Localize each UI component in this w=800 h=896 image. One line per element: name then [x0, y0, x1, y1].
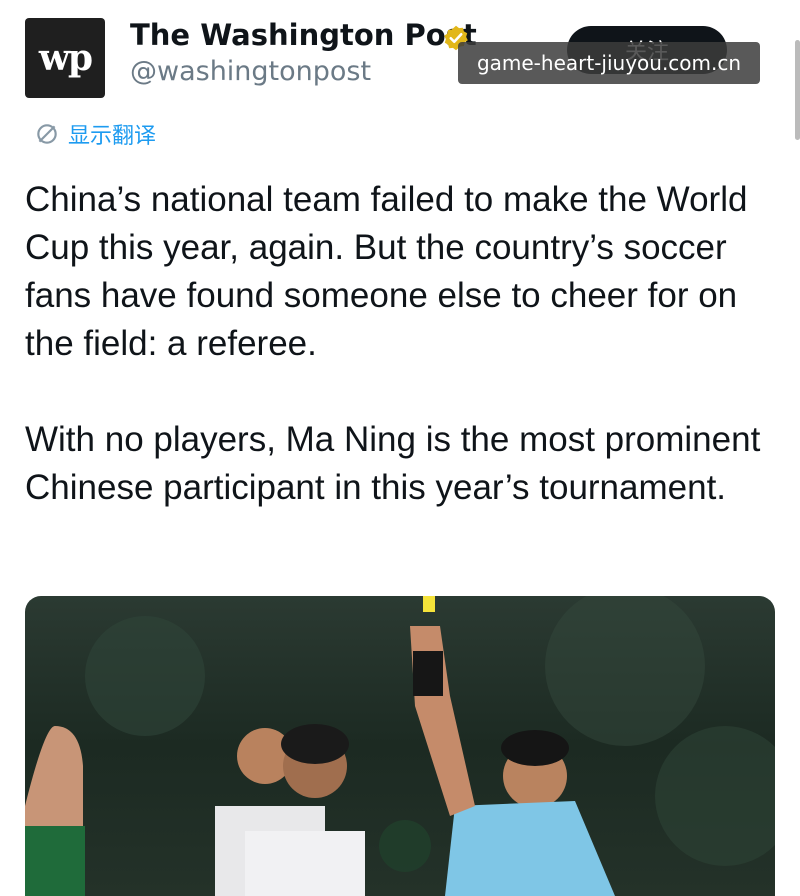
- translate-label: 显示翻译: [68, 124, 157, 149]
- translate-link[interactable]: 显示翻译: [34, 118, 156, 150]
- avatar[interactable]: wp: [25, 18, 105, 98]
- referee-photo: [25, 596, 775, 896]
- tweet-paragraph: With no players, Ma Ning is the most pro…: [25, 420, 761, 507]
- tweet-text: China’s national team failed to make the…: [25, 176, 785, 512]
- avatar-logo: wp: [38, 37, 93, 79]
- author-name[interactable]: The Washington Post: [130, 18, 477, 52]
- translate-icon: [37, 124, 57, 144]
- author-handle[interactable]: @washingtonpost: [130, 56, 371, 87]
- scrollbar[interactable]: [795, 40, 800, 140]
- tweet-media[interactable]: [25, 596, 775, 896]
- watermark: game-heart-jiuyou.com.cn: [458, 42, 760, 84]
- tweet-paragraph: China’s national team failed to make the…: [25, 180, 748, 363]
